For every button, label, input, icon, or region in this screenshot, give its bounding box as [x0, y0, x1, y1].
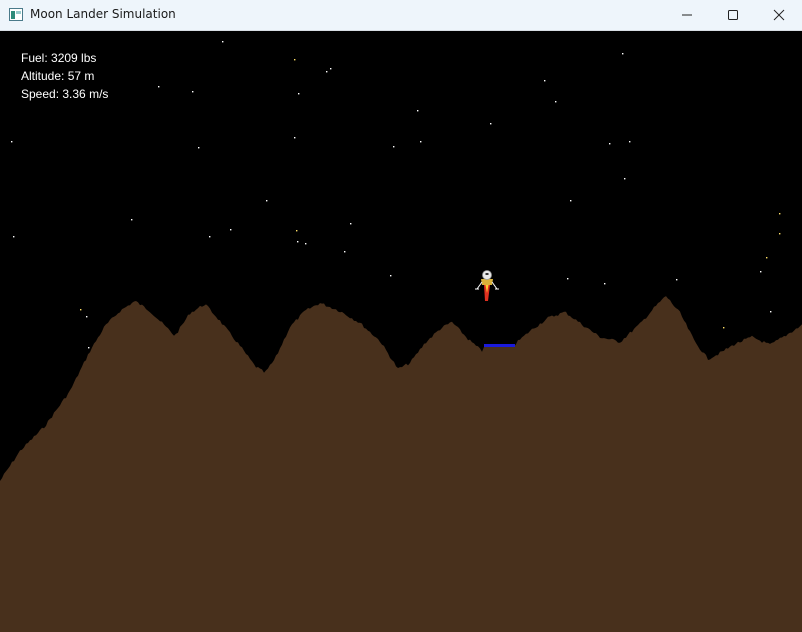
star — [676, 279, 678, 281]
star — [11, 141, 13, 143]
star — [555, 101, 557, 103]
star — [393, 146, 395, 148]
altitude-value: 57 — [67, 69, 82, 83]
star — [629, 141, 631, 143]
altitude-unit: m — [81, 69, 95, 83]
star — [350, 223, 352, 225]
title-bar[interactable]: Moon Lander Simulation — [0, 0, 802, 31]
minimize-icon — [682, 14, 692, 16]
landing-pad — [484, 344, 515, 347]
maximize-icon — [728, 10, 738, 20]
star — [266, 200, 268, 202]
star — [624, 178, 626, 180]
star — [770, 311, 772, 313]
altitude-label: Altitude: — [21, 69, 68, 83]
star — [609, 143, 611, 145]
star — [604, 283, 606, 285]
maximize-button[interactable] — [710, 0, 756, 30]
star — [390, 275, 392, 277]
star — [622, 53, 624, 55]
speed-readout: Speed: 3.36 m/s — [21, 85, 108, 103]
fuel-unit: lbs — [77, 51, 97, 65]
star — [297, 241, 299, 243]
star — [13, 236, 15, 238]
star — [420, 141, 422, 143]
speed-label: Speed: — [21, 87, 63, 101]
star — [296, 230, 298, 232]
star — [192, 91, 194, 93]
star — [158, 86, 160, 88]
star — [330, 68, 332, 70]
lander-window — [485, 273, 489, 275]
star — [490, 123, 492, 125]
star — [230, 229, 232, 231]
speed-value: 3.36 — [62, 87, 86, 101]
lunar-terrain — [0, 296, 802, 632]
fuel-readout: Fuel: 3209 lbs — [21, 49, 108, 67]
fuel-value: 3209 — [51, 51, 78, 65]
close-button[interactable] — [756, 0, 802, 30]
lander-leg-right — [491, 281, 498, 290]
game-scene — [0, 41, 802, 632]
star — [544, 80, 546, 82]
star — [88, 347, 90, 349]
speed-unit: m/s — [85, 87, 109, 101]
star — [766, 257, 768, 259]
fuel-label: Fuel: — [21, 51, 52, 65]
star — [222, 41, 224, 43]
star — [198, 147, 200, 149]
close-icon — [773, 9, 785, 21]
star — [131, 219, 133, 221]
star — [570, 200, 572, 202]
app-window: Moon Lander Simulation Fuel: 3209 lbs Al… — [0, 0, 802, 632]
star — [294, 137, 296, 139]
star — [86, 316, 88, 318]
star — [294, 59, 296, 61]
star — [779, 233, 781, 235]
star — [209, 236, 211, 238]
app-window-icon — [9, 8, 23, 21]
hud-panel: Fuel: 3209 lbs Altitude: 57 m Speed: 3.3… — [21, 49, 108, 103]
star — [723, 327, 725, 329]
window-title: Moon Lander Simulation — [30, 7, 176, 21]
star — [567, 278, 569, 280]
lander-leg-left — [476, 281, 483, 290]
minimize-button[interactable] — [664, 0, 710, 30]
star — [779, 213, 781, 215]
star — [344, 251, 346, 253]
altitude-readout: Altitude: 57 m — [21, 67, 108, 85]
star — [417, 110, 419, 112]
star — [305, 243, 307, 245]
star — [80, 309, 82, 311]
star — [326, 71, 328, 73]
lunar-lander — [475, 270, 499, 301]
star — [760, 271, 762, 273]
star — [298, 93, 300, 95]
game-canvas[interactable]: Fuel: 3209 lbs Altitude: 57 m Speed: 3.3… — [0, 31, 802, 632]
